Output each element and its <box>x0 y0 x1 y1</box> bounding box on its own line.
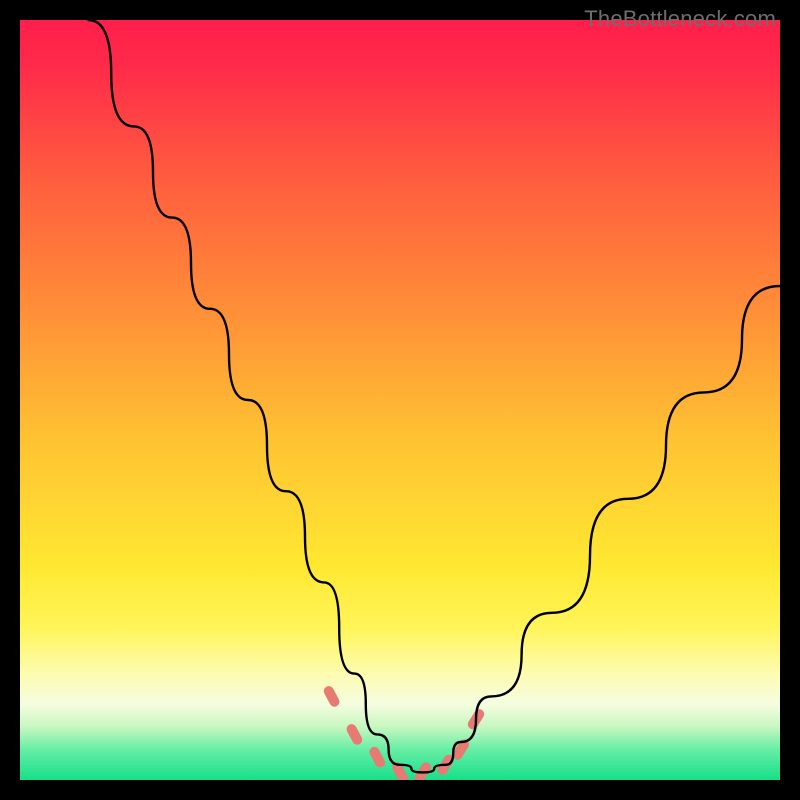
gradient-background <box>20 20 780 780</box>
chart-frame: TheBottleneck.com <box>0 0 800 800</box>
watermark-text: TheBottleneck.com <box>584 6 776 32</box>
plot-area <box>20 20 780 780</box>
chart-svg <box>20 20 780 780</box>
